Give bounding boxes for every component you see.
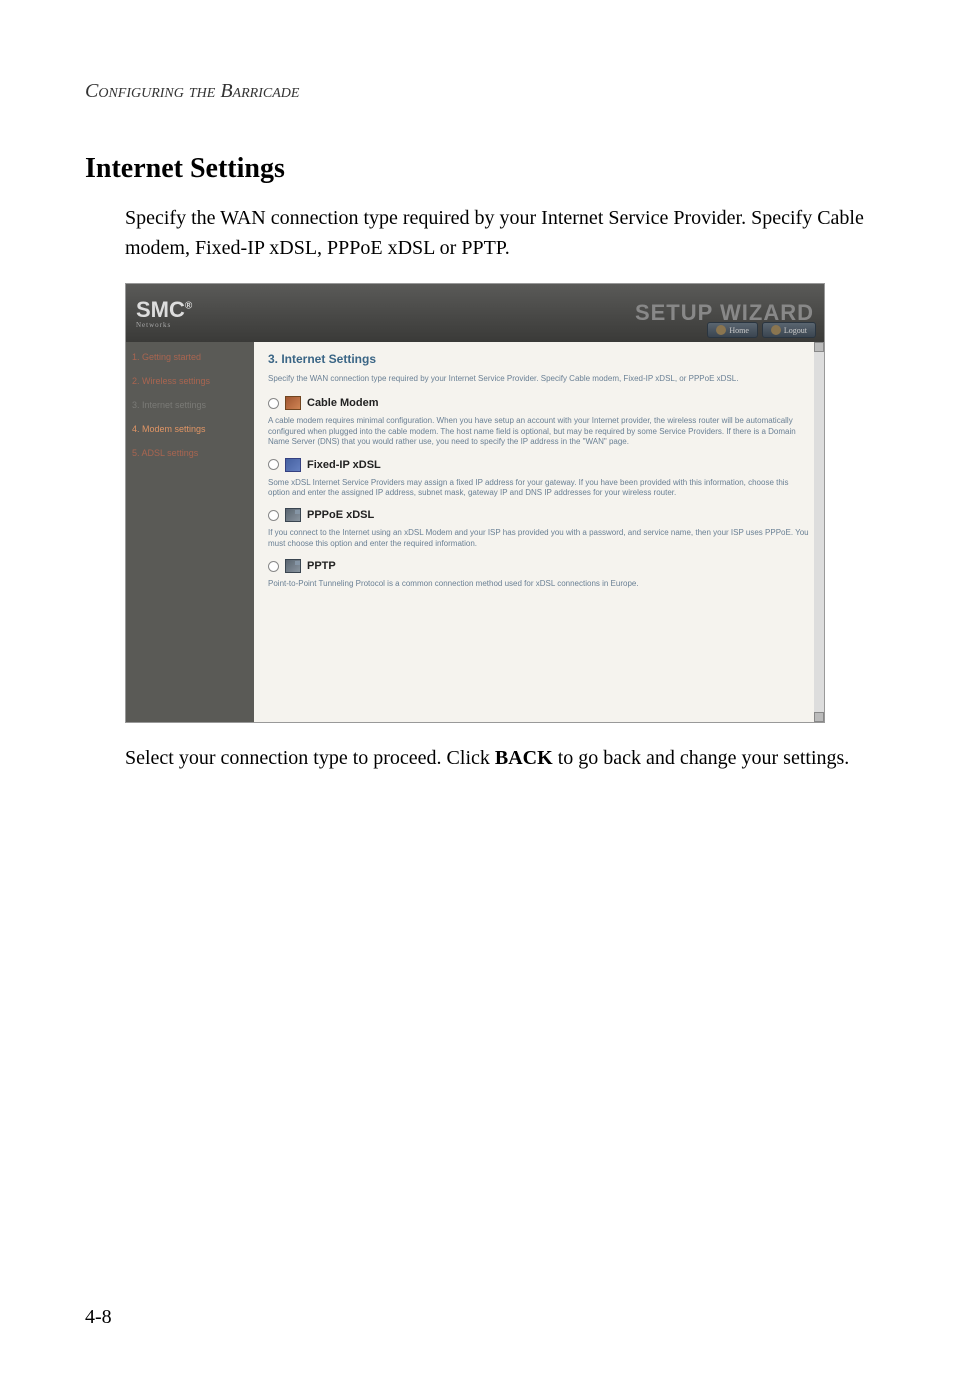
option-pppoe[interactable]: PPPoE xDSL — [268, 508, 810, 522]
wizard-header: SMC® Networks SETUP WIZARD Home Logout — [126, 284, 824, 342]
radio-pppoe[interactable] — [268, 510, 279, 521]
content-title: 3. Internet Settings — [268, 352, 810, 366]
home-button[interactable]: Home — [707, 322, 758, 338]
cable-label: Cable Modem — [307, 397, 379, 409]
pptp-desc: Point-to-Point Tunneling Protocol is a c… — [268, 579, 810, 589]
pptp-icon — [285, 559, 301, 573]
bottom-text-bold: BACK — [495, 747, 553, 769]
fixed-ip-icon — [285, 458, 301, 472]
option-cable-modem[interactable]: Cable Modem — [268, 396, 810, 410]
sidebar-item-getting-started[interactable]: 1. Getting started — [132, 352, 248, 362]
radio-pptp[interactable] — [268, 561, 279, 572]
fixed-desc: Some xDSL Internet Service Providers may… — [268, 478, 810, 499]
sidebar-item-modem[interactable]: 4. Modem settings — [132, 424, 248, 434]
sidebar-item-adsl[interactable]: 5. ADSL settings — [132, 448, 248, 458]
bottom-text-1: Select your connection type to proceed. … — [125, 747, 495, 769]
intro-text: Specify the WAN connection type required… — [125, 203, 869, 263]
radio-cable[interactable] — [268, 398, 279, 409]
option-fixed-ip[interactable]: Fixed-IP xDSL — [268, 458, 810, 472]
pppoe-icon — [285, 508, 301, 522]
wizard-buttons: Home Logout — [707, 322, 816, 338]
radio-fixed[interactable] — [268, 459, 279, 470]
pppoe-desc: If you connect to the Internet using an … — [268, 528, 810, 549]
logout-label: Logout — [784, 326, 807, 335]
page-number: 4-8 — [85, 1306, 112, 1329]
pppoe-label: PPPoE xDSL — [307, 509, 374, 521]
pptp-label: PPTP — [307, 560, 336, 572]
section-title: Internet Settings — [85, 153, 869, 185]
scrollbar[interactable] — [814, 342, 824, 722]
wizard-screenshot: SMC® Networks SETUP WIZARD Home Logout 1… — [125, 283, 825, 723]
wizard-body: 1. Getting started 2. Wireless settings … — [126, 342, 824, 722]
home-icon — [716, 325, 726, 335]
sidebar-item-wireless[interactable]: 2. Wireless settings — [132, 376, 248, 386]
logout-icon — [771, 325, 781, 335]
bottom-text: Select your connection type to proceed. … — [125, 743, 869, 773]
fixed-label: Fixed-IP xDSL — [307, 459, 381, 471]
smc-logo: SMC® — [136, 297, 192, 322]
option-pptp[interactable]: PPTP — [268, 559, 810, 573]
sidebar: 1. Getting started 2. Wireless settings … — [126, 342, 254, 722]
scroll-up-icon[interactable] — [814, 342, 824, 352]
modem-icon — [285, 396, 301, 410]
sidebar-item-internet[interactable]: 3. Internet settings — [132, 400, 248, 410]
smc-logo-sub: Networks — [136, 321, 192, 329]
home-label: Home — [729, 326, 749, 335]
cable-desc: A cable modem requires minimal configura… — [268, 416, 810, 447]
bottom-text-2: to go back and change your settings. — [553, 747, 850, 769]
content-desc: Specify the WAN connection type required… — [268, 374, 810, 384]
scroll-down-icon[interactable] — [814, 712, 824, 722]
page-header: Configuring the Barricade — [85, 80, 869, 103]
content-area: 3. Internet Settings Specify the WAN con… — [254, 342, 824, 722]
smc-logo-block: SMC® Networks — [136, 297, 192, 329]
logout-button[interactable]: Logout — [762, 322, 816, 338]
